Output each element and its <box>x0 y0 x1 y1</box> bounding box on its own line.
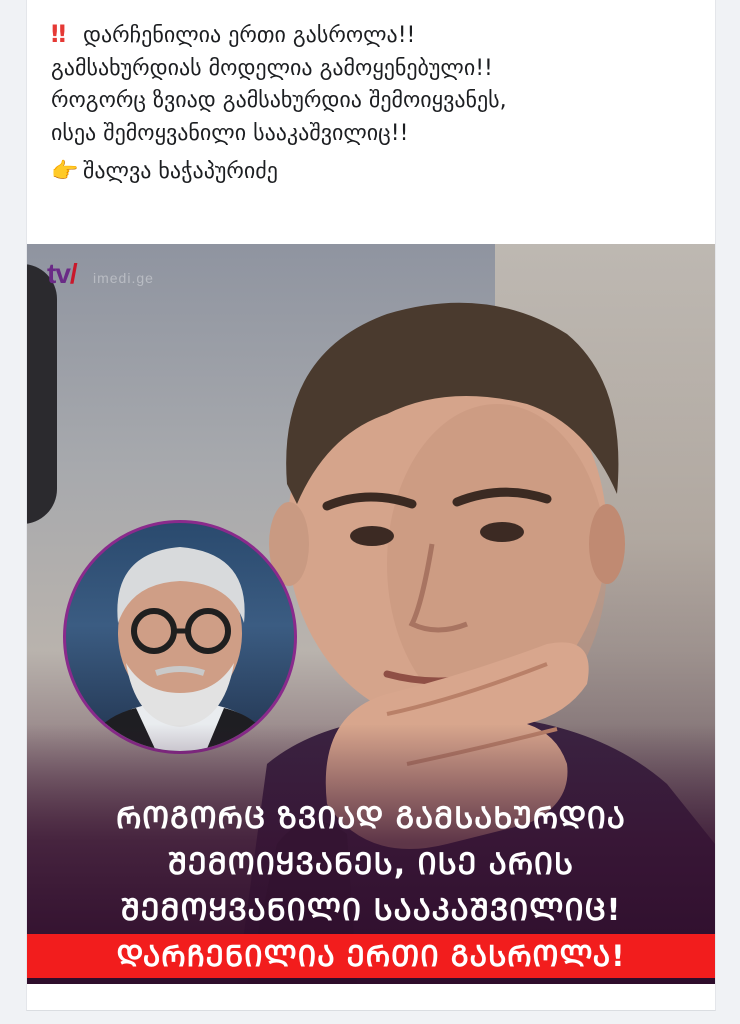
inset-portrait-illustration <box>86 547 274 751</box>
red-banner: ᲓᲐᲠᲩᲔᲜᲘᲚᲘᲐ ᲔᲠᲗᲘ ᲒᲐᲡᲠᲝᲚᲐ! <box>27 934 715 978</box>
tv-logo: tv/ <box>47 258 78 289</box>
post-line-3: როგორც ზვიად გამსახურდია შემოიყვანეს, <box>51 88 507 113</box>
headline-line-2: ᲨᲔᲛᲝᲘᲧᲕᲐᲜᲔᲡ, ᲘᲡᲔ ᲐᲠᲘᲡ <box>167 847 575 882</box>
post-image[interactable]: tv/ imedi.ge ᲠᲝᲒᲝᲠᲪ ᲖᲕᲘᲐᲓ ᲒᲐᲛᲡᲐᲮᲣᲠᲓᲘᲐ ᲨᲔ… <box>27 244 715 984</box>
post-line-2: გამსახურდიას მოდელია გამოყენებული!! <box>51 55 493 81</box>
headline-line-1: ᲠᲝᲒᲝᲠᲪ ᲖᲕᲘᲐᲓ ᲒᲐᲛᲡᲐᲮᲣᲠᲓᲘᲐ <box>116 801 626 836</box>
pointing-hand-icon: 👉 <box>51 159 79 184</box>
image-headline: ᲠᲝᲒᲝᲠᲪ ᲖᲕᲘᲐᲓ ᲒᲐᲛᲡᲐᲮᲣᲠᲓᲘᲐ ᲨᲔᲛᲝᲘᲧᲕᲐᲜᲔᲡ, ᲘᲡ… <box>27 796 715 934</box>
post-text: ‼ დარჩენილია ერთი გასროლა!! გამსახურდიას … <box>51 18 701 189</box>
headline-line-3: ᲨᲔᲛᲝᲧᲕᲐᲜᲘᲚᲘ ᲡᲐᲐᲙᲐᲨᲕᲘᲚᲘᲪ! <box>120 893 622 928</box>
author-name: შალვა ხაჭაპურიძე <box>83 159 278 184</box>
inset-portrait <box>63 520 297 754</box>
post-line-4: ისეა შემოყვანილი სააკაშვილიც!! <box>51 120 409 146</box>
logo-subtitle: imedi.ge <box>93 270 154 286</box>
double-exclamation-icon: ‼ <box>51 20 66 48</box>
post-line-1: ‼ დარჩენილია ერთი გასროლა!! <box>51 18 701 53</box>
logo-slash-icon: / <box>69 258 78 289</box>
post-card: ‼ დარჩენილია ერთი გასროლა!! გამსახურდიას … <box>26 0 716 1011</box>
post-author-line: 👉 შალვა ხაჭაპურიძე <box>51 156 701 189</box>
